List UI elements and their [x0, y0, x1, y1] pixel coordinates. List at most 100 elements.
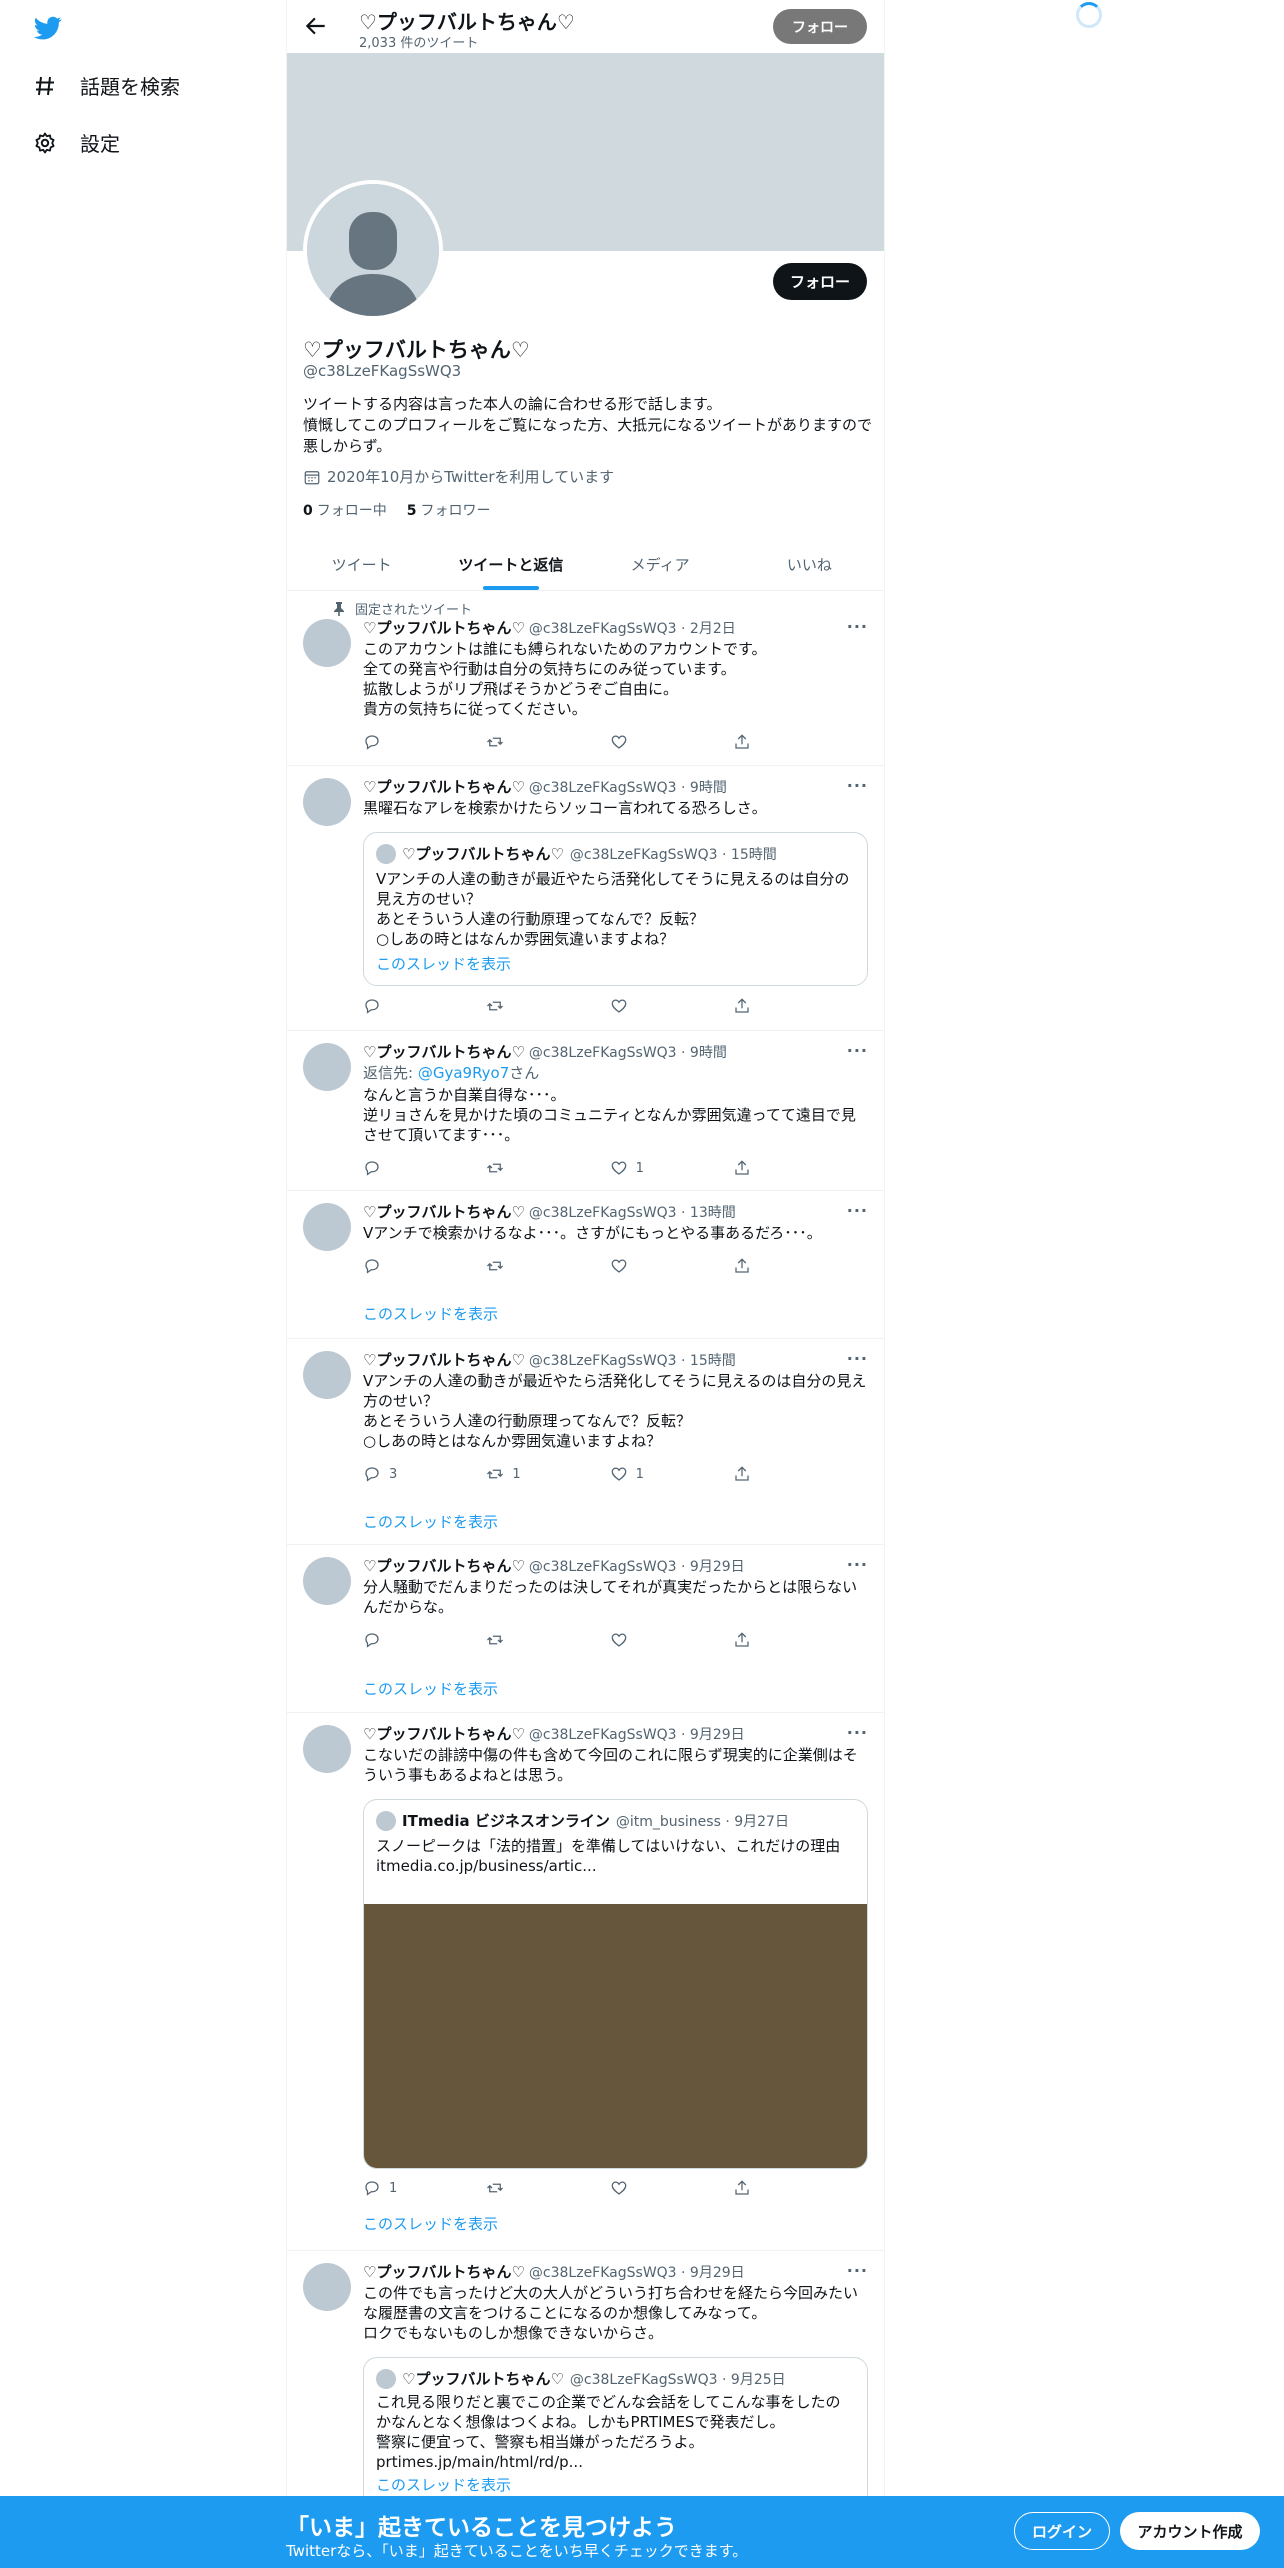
tweet-meta[interactable]: @c38LzeFKagSsWQ3 · 13時間 — [529, 1202, 736, 1222]
quoted-media-image[interactable] — [364, 1904, 867, 2168]
following-link[interactable]: 0 フォロー中 — [303, 500, 387, 520]
tab-likes[interactable]: いいね — [735, 538, 884, 590]
like-button[interactable]: 1 — [610, 1465, 670, 1483]
like-button[interactable] — [610, 997, 670, 1015]
tweet-meta[interactable]: @c38LzeFKagSsWQ3 · 2月2日 — [529, 618, 736, 638]
retweet-button[interactable] — [486, 2179, 546, 2197]
show-thread-link[interactable]: このスレッドを表示 — [363, 1303, 498, 1324]
reply-button[interactable]: 3 — [363, 1465, 423, 1483]
tweet-avatar[interactable] — [303, 1203, 351, 1251]
share-button[interactable] — [733, 1465, 793, 1483]
tweet-meta[interactable]: @c38LzeFKagSsWQ3 · 9時間 — [529, 777, 727, 797]
reply-button[interactable] — [363, 1631, 423, 1649]
like-button[interactable] — [610, 2179, 670, 2197]
like-button[interactable] — [610, 1631, 670, 1649]
signup-button[interactable]: アカウント作成 — [1120, 2512, 1260, 2550]
reply-button[interactable] — [363, 733, 423, 751]
tweet-header: ♡プッフバルトちゃん♡ @c38LzeFKagSsWQ3 · 9時間 ··· — [363, 776, 868, 797]
tweet[interactable]: ♡プッフバルトちゃん♡ @c38LzeFKagSsWQ3 · 9月29日 ···… — [287, 1713, 884, 2251]
retweet-button[interactable] — [486, 1257, 546, 1275]
quoted-show-thread-link[interactable]: このスレッドを表示 — [376, 953, 511, 974]
quoted-tweet[interactable]: ♡プッフバルトちゃん♡ @c38LzeFKagSsWQ3 · 9月25日 これ見… — [363, 2357, 868, 2517]
tweet[interactable]: ♡プッフバルトちゃん♡ @c38LzeFKagSsWQ3 · 9月29日 ···… — [287, 1545, 884, 1713]
more-icon[interactable]: ··· — [847, 2261, 868, 2280]
more-icon[interactable]: ··· — [847, 776, 868, 795]
share-button[interactable] — [733, 1631, 793, 1649]
more-icon[interactable]: ··· — [847, 1201, 868, 1220]
show-thread-link[interactable]: このスレッドを表示 — [363, 2213, 498, 2234]
retweet-button[interactable] — [486, 733, 546, 751]
tweet-meta[interactable]: @c38LzeFKagSsWQ3 · 9月29日 — [529, 1556, 745, 1576]
tweet-meta[interactable]: @c38LzeFKagSsWQ3 · 15時間 — [529, 1350, 736, 1370]
more-icon[interactable]: ··· — [847, 617, 868, 636]
retweet-button[interactable]: 1 — [486, 1465, 546, 1483]
nav-explore[interactable]: 話題を検索 — [32, 71, 180, 100]
tweet-avatar[interactable] — [303, 1557, 351, 1605]
share-button[interactable] — [733, 1257, 793, 1275]
tab-tweets[interactable]: ツイート — [287, 538, 436, 590]
reply-button[interactable] — [363, 1257, 423, 1275]
tweet-avatar[interactable] — [303, 1351, 351, 1399]
tweet-text: 黒曜石なアレを検索かけたらソッコー言われてる恐ろしさ。 — [363, 799, 767, 817]
tweet-author-name[interactable]: ♡プッフバルトちゃん♡ — [363, 1201, 525, 1222]
like-icon — [610, 1159, 628, 1177]
tweet-meta[interactable]: @c38LzeFKagSsWQ3 · 9時間 — [529, 1042, 727, 1062]
login-button[interactable]: ログイン — [1014, 2512, 1110, 2550]
like-button[interactable] — [610, 733, 670, 751]
quoted-tweet[interactable]: ITmedia ビジネスオンライン @itm_business · 9月27日 … — [363, 1799, 868, 2169]
retweet-button[interactable] — [486, 1159, 546, 1177]
quoted-tweet[interactable]: ♡プッフバルトちゃん♡ @c38LzeFKagSsWQ3 · 15時間 Vアンチ… — [363, 832, 868, 986]
tweet-meta[interactable]: @c38LzeFKagSsWQ3 · 9月29日 — [529, 1724, 745, 1744]
reply-button[interactable] — [363, 1159, 423, 1177]
tweet-avatar[interactable] — [303, 778, 351, 826]
reply-button[interactable]: 1 — [363, 2179, 423, 2197]
tweet-avatar[interactable] — [303, 1043, 351, 1091]
retweet-button[interactable] — [486, 1631, 546, 1649]
share-button[interactable] — [733, 2179, 793, 2197]
profile-avatar[interactable] — [303, 180, 443, 320]
follow-button[interactable]: フォロー — [773, 263, 867, 300]
tweet-meta[interactable]: @c38LzeFKagSsWQ3 · 9月29日 — [529, 2262, 745, 2282]
more-icon[interactable]: ··· — [847, 1041, 868, 1060]
more-icon[interactable]: ··· — [847, 1349, 868, 1368]
tweet-avatar[interactable] — [303, 1725, 351, 1773]
tweet[interactable]: ♡プッフバルトちゃん♡ @c38LzeFKagSsWQ3 · 9月29日 ···… — [287, 2251, 884, 2517]
tweet-author-name[interactable]: ♡プッフバルトちゃん♡ — [363, 2261, 525, 2282]
back-arrow-icon[interactable] — [303, 13, 329, 39]
tweet-author-name[interactable]: ♡プッフバルトちゃん♡ — [363, 776, 525, 797]
tweet[interactable]: ♡プッフバルトちゃん♡ @c38LzeFKagSsWQ3 · 13時間 ··· … — [287, 1191, 884, 1339]
show-thread-link[interactable]: このスレッドを表示 — [363, 1511, 498, 1532]
quoted-show-thread-link[interactable]: このスレッドを表示 — [376, 2474, 511, 2495]
share-button[interactable] — [733, 997, 793, 1015]
more-icon[interactable]: ··· — [847, 1723, 868, 1742]
tab-tweets-and-replies[interactable]: ツイートと返信 — [436, 538, 585, 590]
share-button[interactable] — [733, 733, 793, 751]
tweet-avatar[interactable] — [303, 619, 351, 667]
tweet[interactable]: ♡プッフバルトちゃん♡ @c38LzeFKagSsWQ3 · 9時間 ··· 黒… — [287, 766, 884, 1031]
tweet-author-name[interactable]: ♡プッフバルトちゃん♡ — [363, 1723, 525, 1744]
tweet-author-name[interactable]: ♡プッフバルトちゃん♡ — [363, 1041, 525, 1062]
retweet-icon — [486, 1257, 504, 1275]
like-button[interactable] — [610, 1257, 670, 1275]
reply-button[interactable] — [363, 997, 423, 1015]
header-follow-button[interactable]: フォロー — [773, 9, 867, 44]
tweet-avatar[interactable] — [303, 2263, 351, 2311]
reply-to-handle[interactable]: @Gya9Ryo7 — [418, 1064, 509, 1082]
like-button[interactable]: 1 — [610, 1159, 670, 1177]
tweet[interactable]: ♡プッフバルトちゃん♡ @c38LzeFKagSsWQ3 · 9時間 ··· 返… — [287, 1031, 884, 1191]
tweet-text: 分人騒動でだんまりだったのは決してそれが真実だったからとは限らないんだからな。 — [363, 1578, 858, 1616]
followers-link[interactable]: 5 フォロワー — [407, 500, 491, 520]
tweet[interactable]: 固定されたツイート ♡プッフバルトちゃん♡ @c38LzeFKagSsWQ3 ·… — [287, 591, 884, 766]
show-thread-link[interactable]: このスレッドを表示 — [363, 1678, 498, 1699]
tab-media[interactable]: メディア — [586, 538, 735, 590]
nav-settings[interactable]: 設定 — [32, 128, 120, 157]
retweet-button[interactable] — [486, 997, 546, 1015]
tweet-author-name[interactable]: ♡プッフバルトちゃん♡ — [363, 617, 525, 638]
twitter-logo-icon[interactable] — [32, 14, 64, 42]
tweet-author-name[interactable]: ♡プッフバルトちゃん♡ — [363, 1349, 525, 1370]
more-icon[interactable]: ··· — [847, 1555, 868, 1574]
tweet[interactable]: ♡プッフバルトちゃん♡ @c38LzeFKagSsWQ3 · 15時間 ··· … — [287, 1339, 884, 1545]
share-icon — [733, 733, 751, 751]
tweet-author-name[interactable]: ♡プッフバルトちゃん♡ — [363, 1555, 525, 1576]
share-button[interactable] — [733, 1159, 793, 1177]
